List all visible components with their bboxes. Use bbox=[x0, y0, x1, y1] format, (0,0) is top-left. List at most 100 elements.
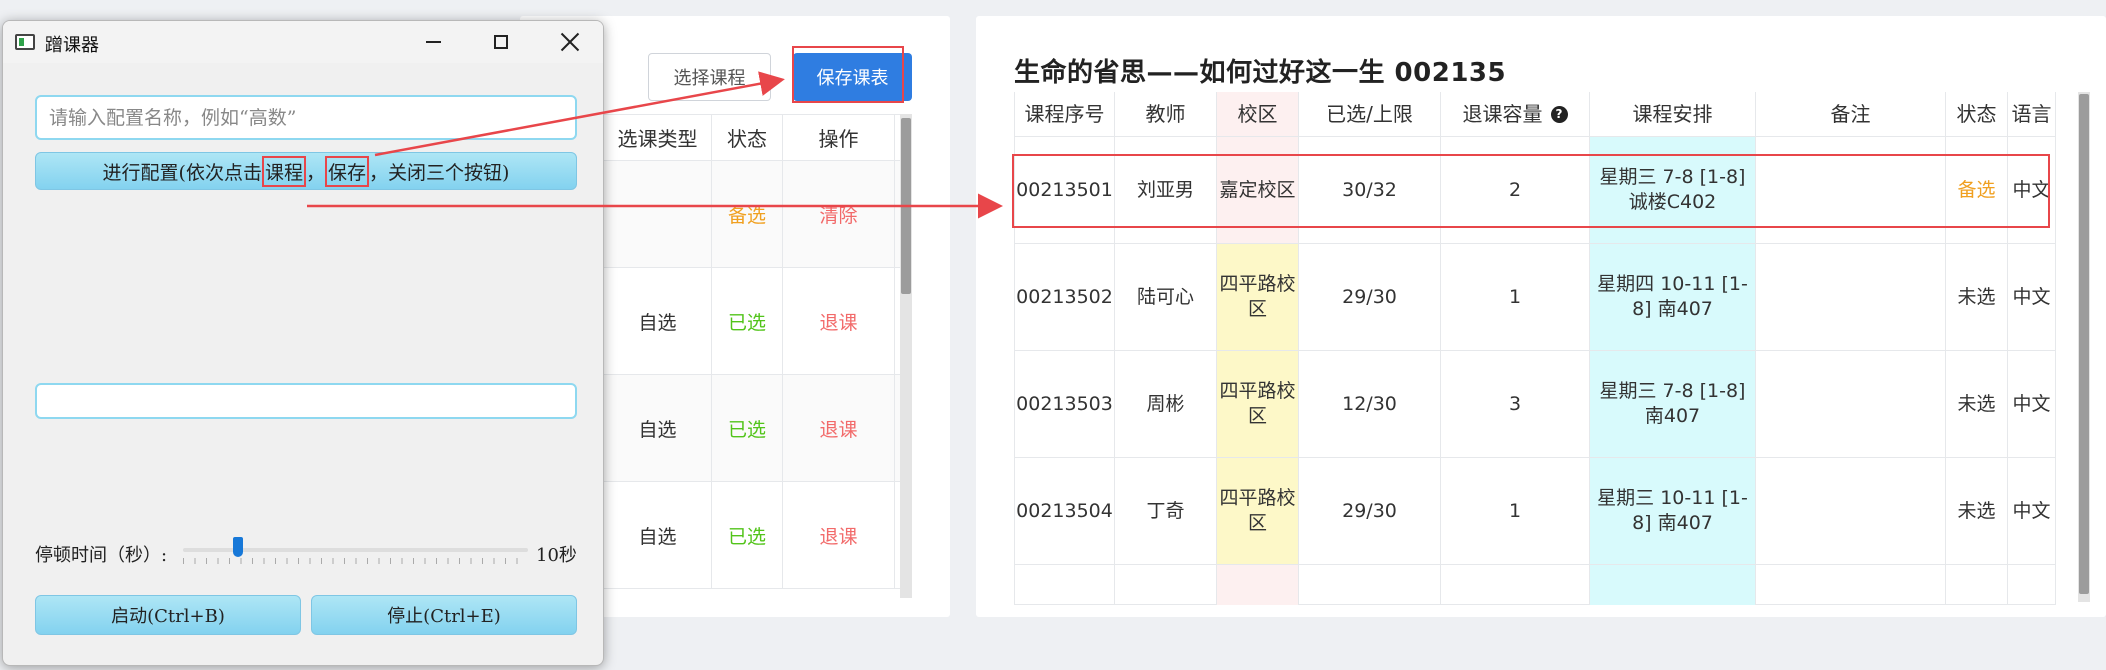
cell-count: 12/30 bbox=[1299, 351, 1441, 457]
clear-link[interactable]: 清除 bbox=[783, 161, 895, 267]
maximize-button[interactable] bbox=[466, 21, 536, 63]
column-header-status: 状态 bbox=[712, 115, 783, 160]
configure-label-prefix: 进行配置(依次点击 bbox=[102, 161, 262, 184]
column-header-id: 课程序号 bbox=[1014, 92, 1115, 136]
config-name-input[interactable] bbox=[35, 95, 577, 140]
cell-partial bbox=[1946, 565, 2008, 605]
column-header-count: 已选/上限 bbox=[1299, 92, 1441, 136]
column-header-teacher: 教师 bbox=[1115, 92, 1217, 136]
close-button[interactable] bbox=[535, 21, 603, 63]
cell-teacher: 丁奇 bbox=[1115, 458, 1217, 564]
cell-partial bbox=[1756, 565, 1946, 605]
cell-partial bbox=[1115, 565, 1217, 605]
cell-count: 29/30 bbox=[1299, 458, 1441, 564]
save-button-highlight bbox=[792, 46, 904, 103]
slider-handle[interactable] bbox=[233, 537, 244, 557]
cell-status: 备选 bbox=[712, 161, 783, 267]
vertical-scrollbar[interactable] bbox=[900, 114, 912, 598]
cell-language: 中文 bbox=[2008, 458, 2056, 564]
cell-teacher: 陆可心 bbox=[1115, 244, 1217, 350]
table-row bbox=[1014, 565, 2056, 605]
cell-schedule: 星期三 7-8 [1-8] 南407 bbox=[1590, 351, 1756, 457]
column-header-language: 语言 bbox=[2008, 92, 2056, 136]
configure-button[interactable]: 进行配置(依次点击 课程，保存 ，关闭三个按钮) bbox=[35, 152, 577, 190]
table-row[interactable]: 00213504 丁奇 四平路校区 29/30 1 星期三 10-11 [1-8… bbox=[1014, 458, 2056, 565]
cell-id: 00213502 bbox=[1014, 244, 1115, 350]
cell-type bbox=[604, 161, 712, 267]
cell-status: 已选 bbox=[712, 482, 783, 588]
cell-schedule: 星期三 10-11 [1-8] 南407 bbox=[1590, 458, 1756, 564]
choose-course-button[interactable]: 选择课程 bbox=[648, 53, 771, 101]
cell-status: 已选 bbox=[712, 268, 783, 374]
table-row: 自选 已选 退课 bbox=[604, 482, 904, 589]
cell-language: 中文 bbox=[2008, 244, 2056, 350]
help-icon[interactable]: ? bbox=[1550, 105, 1568, 123]
table-row[interactable]: 00213502 陆可心 四平路校区 29/30 1 星期四 10-11 [1-… bbox=[1014, 244, 2056, 351]
cell-partial bbox=[1299, 565, 1441, 605]
table-header-row: 课程序号 教师 校区 已选/上限 退课容量 ? 课程安排 备注 状态 语言 bbox=[1014, 92, 2056, 137]
cell-status: 未选 bbox=[1946, 244, 2008, 350]
cell-campus: 四平路校区 bbox=[1217, 458, 1299, 564]
configure-label-course: 课程 bbox=[261, 155, 306, 187]
cell-type: 自选 bbox=[604, 482, 712, 588]
column-header-type: 选课类型 bbox=[604, 115, 712, 160]
maximize-icon bbox=[494, 35, 508, 49]
column-header-status: 状态 bbox=[1946, 92, 2008, 136]
drop-course-link[interactable]: 退课 bbox=[783, 375, 895, 481]
table-row: 自选 已选 退课 bbox=[604, 268, 904, 375]
cell-drop: 1 bbox=[1441, 244, 1590, 350]
app-window: 蹭课器 进行配置(依次点击课程，保存，关闭三个按钮) 停顿时间（秒）: 10秒 … bbox=[2, 20, 604, 666]
close-icon bbox=[561, 33, 579, 51]
app-icon bbox=[15, 34, 35, 50]
drop-course-link[interactable]: 退课 bbox=[783, 268, 895, 374]
vertical-scrollbar[interactable] bbox=[2078, 92, 2090, 602]
drop-capacity-label: 退课容量 bbox=[1462, 101, 1543, 126]
course-detail-panel: 生命的省思——如何过好这一生 002135 课程序号 教师 校区 已选/上限 退… bbox=[976, 16, 2106, 617]
pause-time-value: 10秒 bbox=[536, 545, 577, 566]
cell-schedule: 星期四 10-11 [1-8] 南407 bbox=[1590, 244, 1756, 350]
minimize-icon bbox=[425, 41, 441, 43]
table-row: 自选 已选 退课 bbox=[604, 375, 904, 482]
column-header-campus: 校区 bbox=[1217, 92, 1299, 136]
configure-label-suffix: ，关闭三个按钮) bbox=[369, 161, 510, 184]
stop-button[interactable]: 停止(Ctrl+E) bbox=[311, 595, 577, 635]
configure-label-save: 保存 bbox=[325, 155, 370, 187]
cell-partial bbox=[1590, 565, 1756, 605]
cell-status: 未选 bbox=[1946, 458, 2008, 564]
slider-ticks bbox=[183, 558, 528, 564]
cell-partial bbox=[1441, 565, 1590, 605]
table-row[interactable]: 00213503 周彬 四平路校区 12/30 3 星期三 7-8 [1-8] … bbox=[1014, 351, 2056, 458]
status-field[interactable] bbox=[35, 383, 577, 419]
cell-type: 自选 bbox=[604, 375, 712, 481]
cell-note bbox=[1756, 244, 1946, 350]
cell-status: 已选 bbox=[712, 375, 783, 481]
minimize-button[interactable] bbox=[398, 21, 468, 63]
drop-course-link[interactable]: 退课 bbox=[783, 482, 895, 588]
cell-note bbox=[1756, 351, 1946, 457]
cell-drop: 3 bbox=[1441, 351, 1590, 457]
cell-language: 中文 bbox=[2008, 351, 2056, 457]
selected-row-highlight bbox=[1012, 154, 2050, 228]
cell-status: 未选 bbox=[1946, 351, 2008, 457]
scrollbar-thumb[interactable] bbox=[2079, 94, 2089, 594]
column-header-note: 备注 bbox=[1756, 92, 1946, 136]
cell-partial bbox=[1014, 565, 1115, 605]
cell-partial bbox=[1217, 565, 1299, 605]
cell-type: 自选 bbox=[604, 268, 712, 374]
window-title: 蹭课器 bbox=[45, 35, 99, 56]
table-row: 备选 清除 bbox=[604, 161, 904, 268]
scrollbar-thumb[interactable] bbox=[901, 118, 911, 294]
course-title: 生命的省思——如何过好这一生 002135 bbox=[1014, 58, 1507, 88]
start-button[interactable]: 启动(Ctrl+B) bbox=[35, 595, 301, 635]
cell-campus: 四平路校区 bbox=[1217, 351, 1299, 457]
cell-note bbox=[1756, 458, 1946, 564]
cell-drop: 1 bbox=[1441, 458, 1590, 564]
cell-teacher: 周彬 bbox=[1115, 351, 1217, 457]
title-bar[interactable]: 蹭课器 bbox=[3, 21, 603, 63]
column-header-action: 操作 bbox=[783, 115, 895, 160]
selected-course-table: 选课类型 状态 操作 备选 清除 自选 已选 退课 自选 已选 退课 自选 已选… bbox=[604, 114, 904, 598]
pause-time-label: 停顿时间（秒）: bbox=[35, 545, 168, 566]
table-header-row: 选课类型 状态 操作 bbox=[604, 115, 904, 161]
column-header-drop-capacity: 退课容量 ? bbox=[1441, 92, 1590, 136]
cell-count: 29/30 bbox=[1299, 244, 1441, 350]
